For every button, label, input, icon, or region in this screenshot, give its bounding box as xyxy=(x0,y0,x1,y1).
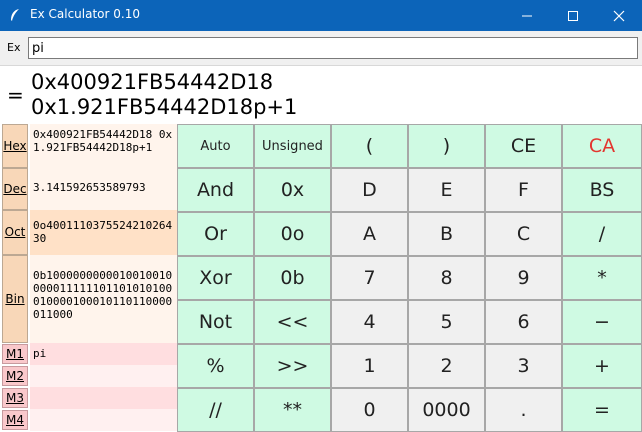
digit-d-button[interactable]: D xyxy=(331,168,408,212)
equals-sign: = xyxy=(7,83,24,107)
digit-1-button[interactable]: 1 xyxy=(331,344,408,388)
memory-3-value xyxy=(30,387,177,409)
hex-button[interactable]: Hex xyxy=(2,124,28,168)
maximize-button[interactable] xyxy=(550,0,596,31)
digit-a-button[interactable]: A xyxy=(331,212,408,256)
digit-6-button[interactable]: 6 xyxy=(485,300,562,344)
close-icon xyxy=(613,10,625,22)
digit-2-button[interactable]: 2 xyxy=(408,344,485,388)
digit-f-button[interactable]: F xyxy=(485,168,562,212)
shift-left-button[interactable]: << xyxy=(254,300,331,344)
digit-0000-button[interactable]: 0000 xyxy=(408,388,485,432)
memory-1-value: pi xyxy=(30,343,177,365)
memory-3-button[interactable]: M3 xyxy=(2,388,28,408)
dec-value: 3.141592653589793 xyxy=(30,168,177,210)
unsigned-button[interactable]: Unsigned xyxy=(254,124,331,168)
digit-8-button[interactable]: 8 xyxy=(408,256,485,300)
minimize-button[interactable] xyxy=(504,0,550,31)
result-panel: = 0x400921FB54442D18 0x1.921FB54442D18p+… xyxy=(0,65,642,123)
oct-button[interactable]: Oct xyxy=(2,210,28,255)
clear-entry-button[interactable]: CE xyxy=(485,124,562,168)
oct-prefix-button[interactable]: 0o xyxy=(254,212,331,256)
dec-button[interactable]: Dec xyxy=(2,168,28,210)
power-button[interactable]: ** xyxy=(254,388,331,432)
maximize-icon xyxy=(568,11,578,21)
expression-input[interactable] xyxy=(28,37,638,59)
shift-right-button[interactable]: >> xyxy=(254,344,331,388)
decimal-point-button[interactable]: . xyxy=(485,388,562,432)
digit-5-button[interactable]: 5 xyxy=(408,300,485,344)
bin-prefix-button[interactable]: 0b xyxy=(254,256,331,300)
or-button[interactable]: Or xyxy=(177,212,254,256)
expression-label: Ex xyxy=(7,41,21,54)
window-title: Ex Calculator 0.10 xyxy=(30,7,140,21)
expression-row: Ex xyxy=(0,31,642,65)
divide-button[interactable]: / xyxy=(562,212,642,256)
result-line-1: 0x400921FB54442D18 xyxy=(31,70,274,94)
multiply-button[interactable]: * xyxy=(562,256,642,300)
hex-prefix-button[interactable]: 0x xyxy=(254,168,331,212)
subtract-button[interactable]: − xyxy=(562,300,642,344)
feather-icon xyxy=(11,9,19,21)
equals-button[interactable]: = xyxy=(562,388,642,432)
modulo-button[interactable]: % xyxy=(177,344,254,388)
digit-9-button[interactable]: 9 xyxy=(485,256,562,300)
close-button[interactable] xyxy=(596,0,642,31)
memory-2-button[interactable]: M2 xyxy=(2,366,28,386)
minimize-icon xyxy=(522,15,532,17)
digit-7-button[interactable]: 7 xyxy=(331,256,408,300)
memory-2-value xyxy=(30,365,177,387)
not-button[interactable]: Not xyxy=(177,300,254,344)
backspace-button[interactable]: BS xyxy=(562,168,642,212)
bin-value: 0b10000000000100100100000111111011010101… xyxy=(30,255,177,343)
oct-value: 0o400111037552421026430 xyxy=(30,210,177,255)
digit-0-button[interactable]: 0 xyxy=(331,388,408,432)
hex-value: 0x400921FB54442D18 0x1.921FB54442D18p+1 xyxy=(30,124,177,168)
digit-c-button[interactable]: C xyxy=(485,212,562,256)
open-paren-button[interactable]: ( xyxy=(331,124,408,168)
memory-4-button[interactable]: M4 xyxy=(2,410,28,430)
digit-3-button[interactable]: 3 xyxy=(485,344,562,388)
clear-all-button[interactable]: CA xyxy=(562,124,642,168)
close-paren-button[interactable]: ) xyxy=(408,124,485,168)
memory-4-value xyxy=(30,409,177,431)
digit-b-button[interactable]: B xyxy=(408,212,485,256)
bin-button[interactable]: Bin xyxy=(2,255,28,343)
add-button[interactable]: + xyxy=(562,344,642,388)
title-bar: Ex Calculator 0.10 xyxy=(0,0,642,31)
floor-divide-button[interactable]: // xyxy=(177,388,254,432)
auto-button[interactable]: Auto xyxy=(177,124,254,168)
digit-4-button[interactable]: 4 xyxy=(331,300,408,344)
xor-button[interactable]: Xor xyxy=(177,256,254,300)
and-button[interactable]: And xyxy=(177,168,254,212)
digit-e-button[interactable]: E xyxy=(408,168,485,212)
result-line-2: 0x1.921FB54442D18p+1 xyxy=(31,95,298,119)
memory-1-button[interactable]: M1 xyxy=(2,344,28,364)
